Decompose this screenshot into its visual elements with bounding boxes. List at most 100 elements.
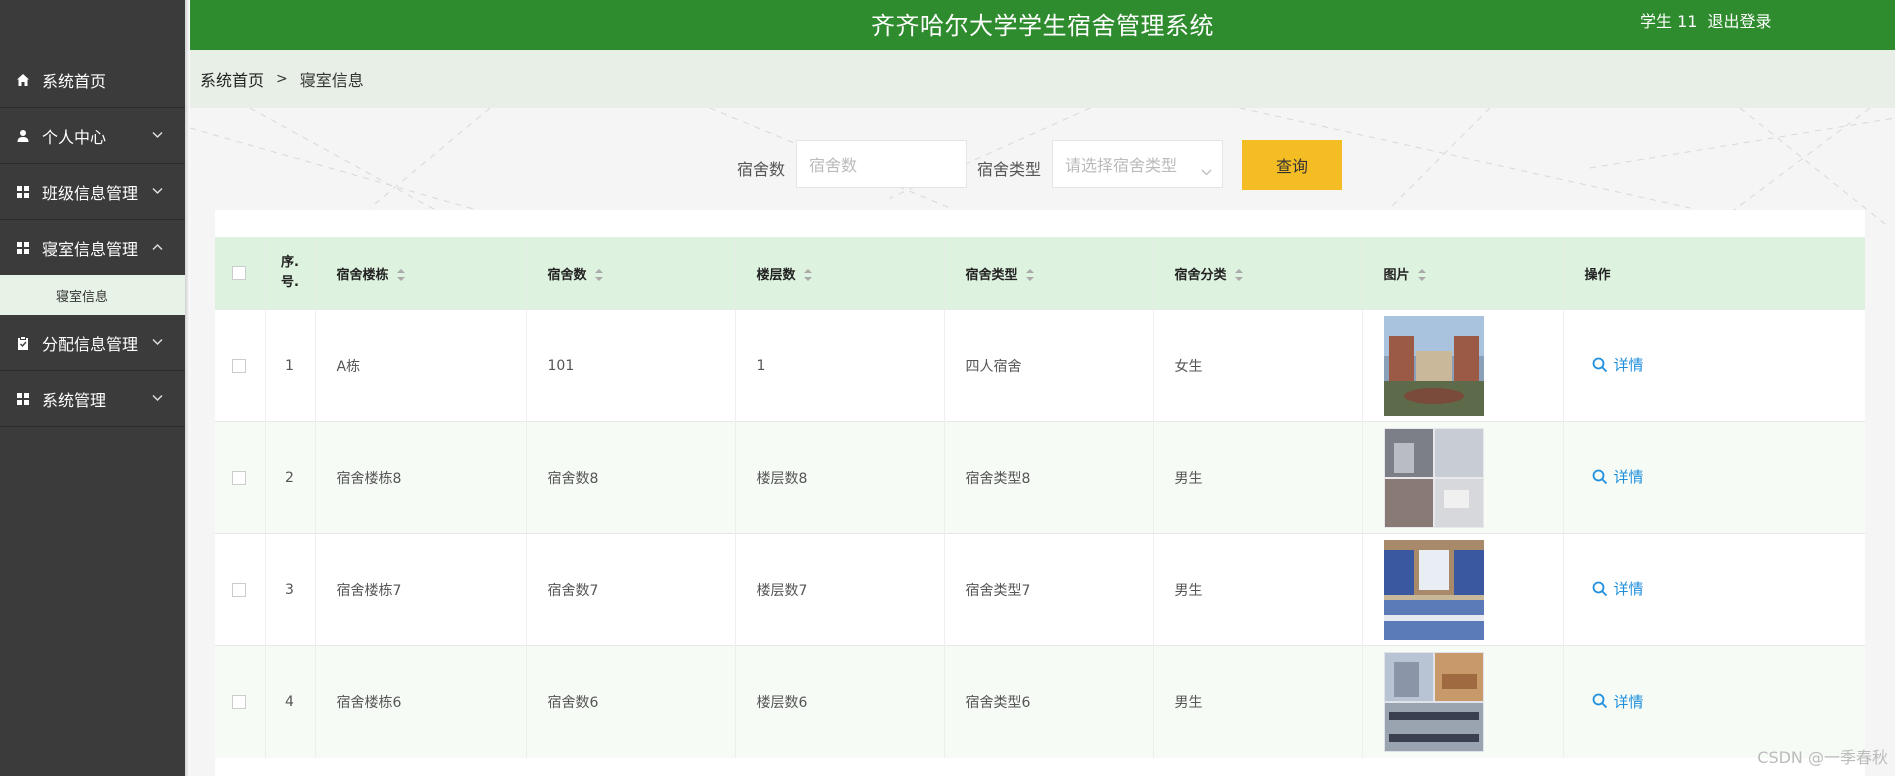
- dorm-image[interactable]: [1383, 427, 1484, 528]
- sidebar-item-label: 系统管理: [42, 390, 107, 410]
- dorm-image[interactable]: [1383, 315, 1484, 416]
- col-action-label: 操作: [1584, 267, 1611, 283]
- row-action-cell: 详情: [1563, 309, 1865, 422]
- row-floors: 楼层数7: [735, 533, 945, 646]
- dorm-count-input[interactable]: 宿舍数: [796, 140, 967, 188]
- row-building: 宿舍楼栋7: [315, 533, 527, 646]
- user-area: 学生 11 退出登录: [1640, 8, 1771, 32]
- sidebar-item-label: 寝室信息管理: [42, 239, 139, 259]
- col-floors[interactable]: 楼层数: [735, 237, 945, 310]
- row-type: 四人宿舍: [944, 309, 1154, 422]
- row-checkbox[interactable]: [232, 582, 247, 597]
- search-icon: [1592, 469, 1607, 484]
- row-category: 男生: [1153, 645, 1363, 758]
- select-all-checkbox[interactable]: [232, 266, 247, 280]
- row-action-cell: 详情: [1563, 645, 1865, 758]
- sidebar-item-dorm-info[interactable]: 寝室信息管理: [0, 220, 185, 275]
- sidebar-item-personal-center[interactable]: 个人中心: [0, 108, 185, 164]
- row-index: 1: [265, 309, 316, 422]
- col-type-label: 宿舍类型: [965, 267, 1018, 283]
- row-floors: 楼层数8: [735, 421, 945, 534]
- user-name: 学生 11: [1640, 12, 1698, 31]
- logout-link[interactable]: 退出登录: [1707, 8, 1771, 32]
- dorm-table: 序.号. 宿舍楼栋 宿舍数 楼层数 宿舍类型 宿舍分类 图片 操作 1 A栋 1…: [215, 210, 1865, 776]
- row-rooms: 宿舍数7: [526, 533, 736, 646]
- breadcrumb-home[interactable]: 系统首页: [200, 67, 264, 91]
- row-building: A栋: [315, 309, 527, 422]
- search-bar: 宿舍数 宿舍数 宿舍类型 请选择宿舍类型 查询: [190, 140, 1895, 190]
- sidebar: 系统首页 个人中心 班级信息管理 寝室信息管理 寝室信息 分配信息管理 系统管理: [0, 0, 190, 776]
- row-image-cell: [1362, 309, 1564, 422]
- col-category[interactable]: 宿舍分类: [1153, 237, 1363, 310]
- row-checkbox[interactable]: [232, 470, 247, 485]
- row-checkbox[interactable]: [232, 694, 247, 709]
- col-type[interactable]: 宿舍类型: [944, 237, 1154, 310]
- watermark: CSDN @一季春秋: [1757, 748, 1888, 767]
- detail-link[interactable]: 详情: [1592, 354, 1644, 375]
- sidebar-item-label: 个人中心: [42, 127, 107, 147]
- data-table: 序.号. 宿舍楼栋 宿舍数 楼层数 宿舍类型 宿舍分类 图片 操作 1 A栋 1…: [215, 237, 1865, 758]
- row-floors: 楼层数6: [735, 645, 945, 758]
- col-image[interactable]: 图片: [1362, 237, 1564, 310]
- row-checkbox[interactable]: [232, 358, 247, 373]
- col-building-label: 宿舍楼栋: [336, 267, 389, 283]
- breadcrumb-current: 寝室信息: [299, 71, 364, 90]
- dorm-image[interactable]: [1383, 539, 1484, 640]
- sort-icon[interactable]: [803, 269, 812, 281]
- detail-label: 详情: [1613, 356, 1644, 375]
- sidebar-item-label: 班级信息管理: [42, 183, 139, 203]
- sidebar-item-system[interactable]: 系统管理: [0, 371, 185, 427]
- dorm-type-placeholder: 请选择宿舍类型: [1065, 156, 1178, 175]
- home-icon: [16, 73, 30, 87]
- row-action-cell: 详情: [1563, 533, 1865, 646]
- col-image-label: 图片: [1383, 267, 1410, 283]
- table-row: 2 宿舍楼栋8 宿舍数8 楼层数8 宿舍类型8 男生 详情: [215, 421, 1865, 534]
- search-icon: [1592, 357, 1607, 372]
- breadcrumb-separator: >: [276, 71, 288, 87]
- grid-icon: [16, 185, 30, 199]
- col-index-label: 序.号.: [281, 255, 299, 290]
- chevron-up-icon: [152, 242, 163, 253]
- detail-label: 详情: [1613, 468, 1644, 487]
- sidebar-subitem-label: 寝室信息: [56, 289, 109, 305]
- table-row: 1 A栋 101 1 四人宿舍 女生 详情: [215, 309, 1865, 422]
- detail-link[interactable]: 详情: [1592, 466, 1644, 487]
- clipboard-icon: [16, 335, 30, 350]
- row-select-cell: [215, 309, 266, 422]
- dorm-type-select[interactable]: 请选择宿舍类型: [1052, 140, 1223, 188]
- sort-icon[interactable]: [1234, 269, 1243, 281]
- row-rooms: 宿舍数6: [526, 645, 736, 758]
- row-image-cell: [1362, 421, 1564, 534]
- row-rooms: 101: [526, 309, 736, 422]
- col-rooms[interactable]: 宿舍数: [526, 237, 736, 310]
- col-floors-label: 楼层数: [756, 267, 796, 283]
- sort-icon[interactable]: [1417, 269, 1426, 281]
- sidebar-item-class-info[interactable]: 班级信息管理: [0, 164, 185, 220]
- sort-icon[interactable]: [594, 269, 603, 281]
- row-category: 男生: [1153, 421, 1363, 534]
- sort-icon[interactable]: [396, 269, 405, 281]
- sidebar-item-label: 分配信息管理: [42, 334, 139, 354]
- dorm-type-label: 宿舍类型: [977, 160, 1042, 179]
- chevron-down-icon: [152, 393, 163, 404]
- dorm-count-placeholder: 宿舍数: [809, 156, 858, 175]
- sidebar-subitem-dorm-info[interactable]: 寝室信息: [0, 275, 185, 315]
- detail-link[interactable]: 详情: [1592, 578, 1644, 599]
- sort-icon[interactable]: [1025, 269, 1034, 281]
- row-select-cell: [215, 421, 266, 534]
- dorm-image[interactable]: [1383, 651, 1484, 752]
- sidebar-top: [0, 0, 185, 52]
- sidebar-item-label: 系统首页: [42, 71, 107, 91]
- col-building[interactable]: 宿舍楼栋: [315, 237, 527, 310]
- query-button[interactable]: 查询: [1242, 140, 1342, 190]
- chevron-down-icon: [152, 337, 163, 348]
- dorm-count-label: 宿舍数: [737, 160, 786, 179]
- row-type: 宿舍类型6: [944, 645, 1154, 758]
- sidebar-item-home[interactable]: 系统首页: [0, 52, 185, 108]
- detail-label: 详情: [1613, 580, 1644, 599]
- row-index: 2: [265, 421, 316, 534]
- sidebar-item-allocation-info[interactable]: 分配信息管理: [0, 315, 185, 371]
- row-category: 女生: [1153, 309, 1363, 422]
- detail-link[interactable]: 详情: [1592, 691, 1644, 712]
- col-category-label: 宿舍分类: [1174, 267, 1227, 283]
